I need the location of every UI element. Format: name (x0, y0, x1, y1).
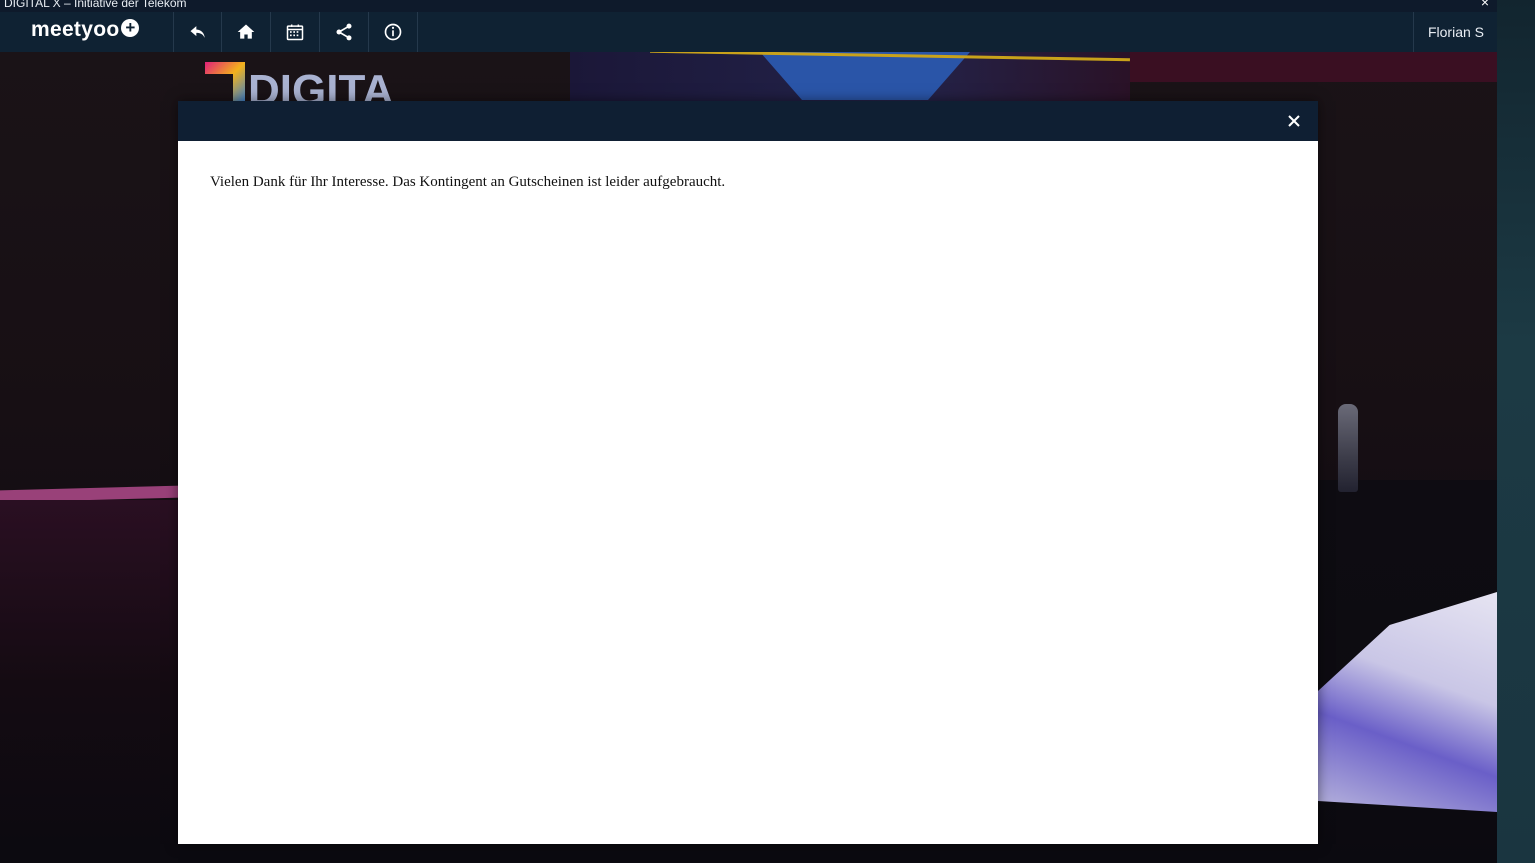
home-button[interactable] (221, 12, 270, 52)
logo-plus-icon: + (121, 19, 140, 37)
user-name: Florian S (1427, 24, 1485, 40)
voucher-dialog: Vielen Dank für Ihr Interesse. Das Konti… (178, 101, 1318, 844)
home-icon (237, 24, 255, 39)
window-title: DIGITAL X – Initiative der Telekom (4, 0, 187, 10)
logo-text: meetyoo (31, 18, 120, 41)
stage-band (1130, 52, 1497, 82)
share-icon (336, 23, 352, 41)
calendar-icon (286, 24, 304, 41)
right-edge-panel (1497, 0, 1535, 863)
calendar-button[interactable] (270, 12, 319, 52)
dialog-body: Vielen Dank für Ihr Interesse. Das Konti… (178, 141, 1318, 224)
share-button[interactable] (319, 12, 368, 52)
back-button[interactable] (173, 12, 222, 52)
top-navbar: meetyoo + Florian S (0, 12, 1497, 52)
digital-x-logo-mark (205, 62, 245, 102)
dialog-close-button[interactable] (1282, 109, 1306, 133)
user-menu[interactable]: Florian S (1413, 12, 1498, 52)
window-title-bar: DIGITAL X – Initiative der Telekom × (0, 0, 1497, 12)
reply-arrow-icon (190, 26, 205, 38)
stage-floor-left (0, 500, 180, 863)
stage-avatar (1338, 404, 1358, 492)
close-icon (1288, 115, 1300, 127)
meetyoo-logo[interactable]: meetyoo + (31, 18, 140, 46)
info-button[interactable] (368, 12, 418, 52)
info-icon (384, 23, 402, 41)
dialog-message: Vielen Dank für Ihr Interesse. Das Konti… (210, 174, 726, 190)
dialog-header (178, 101, 1318, 141)
window-close-button[interactable]: × (1481, 0, 1489, 9)
